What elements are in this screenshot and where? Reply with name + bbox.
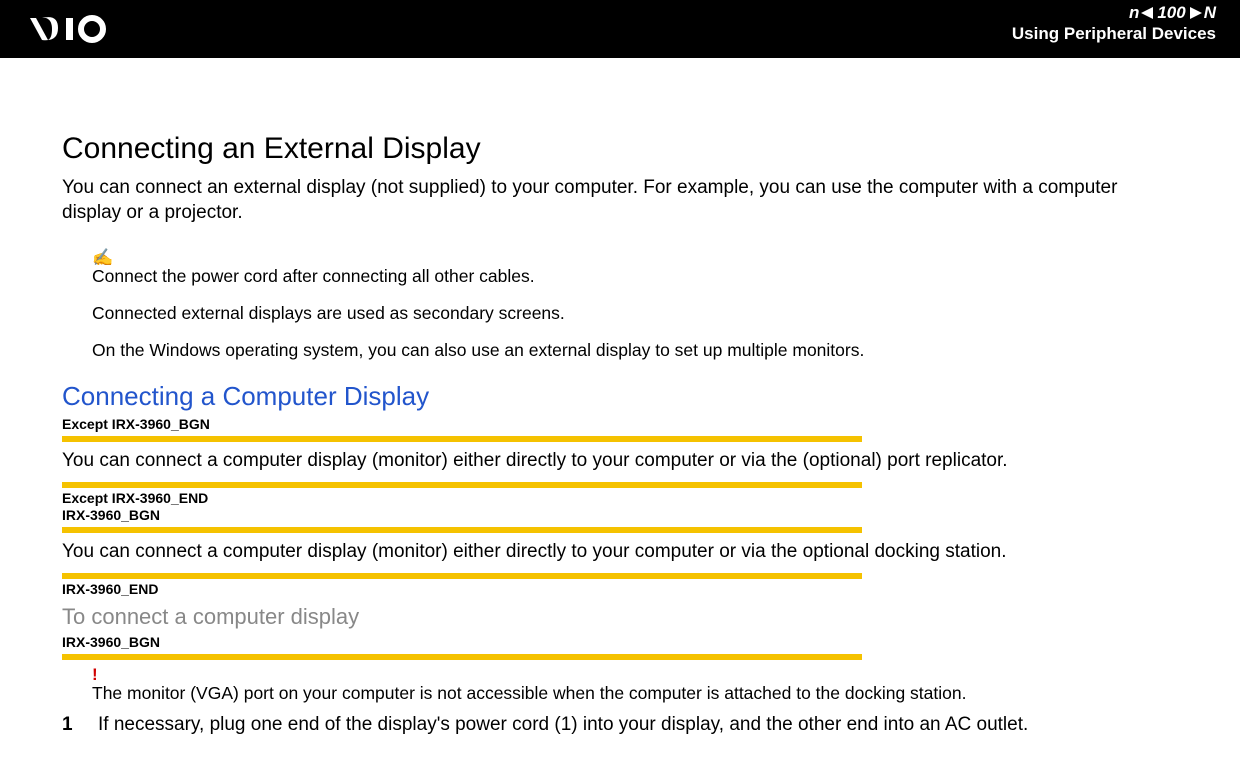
- note-line: On the Windows operating system, you can…: [92, 340, 1178, 361]
- note-line: Connect the power cord after connecting …: [92, 266, 1178, 287]
- letter-n-right: N: [1204, 3, 1216, 23]
- prev-page-arrow[interactable]: [1141, 7, 1153, 19]
- procedure-heading: To connect a computer display: [62, 604, 1178, 630]
- pencil-note-icon: ✍: [92, 249, 1178, 266]
- conditional-tag: IRX-3960_BGN: [62, 507, 1178, 525]
- separator-bar: [62, 436, 862, 442]
- exclamation-icon: !: [92, 666, 1178, 683]
- vaio-logo: [28, 14, 148, 44]
- body-text: You can connect a computer display (moni…: [62, 541, 1178, 563]
- intro-paragraph: You can connect an external display (not…: [62, 176, 1178, 225]
- body-text: You can connect a computer display (moni…: [62, 450, 1178, 472]
- step-number: 1: [62, 714, 82, 736]
- letter-n-left: n: [1129, 3, 1139, 23]
- heading-main: Connecting an External Display: [62, 132, 1178, 166]
- warning-text: The monitor (VGA) port on your computer …: [92, 683, 1178, 704]
- separator-bar: [62, 482, 862, 488]
- page-content: Connecting an External Display You can c…: [0, 58, 1240, 736]
- conditional-tag: Except IRX-3960_BGN: [62, 416, 1178, 434]
- page-number: 100: [1155, 3, 1187, 23]
- separator-bar: [62, 527, 862, 533]
- separator-bar: [62, 573, 862, 579]
- next-page-arrow[interactable]: [1190, 7, 1202, 19]
- note-line: Connected external displays are used as …: [92, 303, 1178, 324]
- warning-block: ! The monitor (VGA) port on your compute…: [92, 666, 1178, 704]
- step-text: If necessary, plug one end of the displa…: [98, 714, 1028, 736]
- conditional-tag: Except IRX-3960_END: [62, 490, 1178, 508]
- page-header: n 100 N Using Peripheral Devices: [0, 0, 1240, 58]
- separator-bar: [62, 654, 862, 660]
- note-block: ✍ Connect the power cord after connectin…: [92, 249, 1178, 361]
- subheading: Connecting a Computer Display: [62, 381, 1178, 412]
- step-row: 1 If necessary, plug one end of the disp…: [62, 714, 1178, 736]
- chapter-title: Using Peripheral Devices: [1012, 24, 1216, 44]
- page-nav: n 100 N Using Peripheral Devices: [1012, 4, 1216, 44]
- conditional-tag: IRX-3960_BGN: [62, 634, 1178, 652]
- conditional-tag: IRX-3960_END: [62, 581, 1178, 599]
